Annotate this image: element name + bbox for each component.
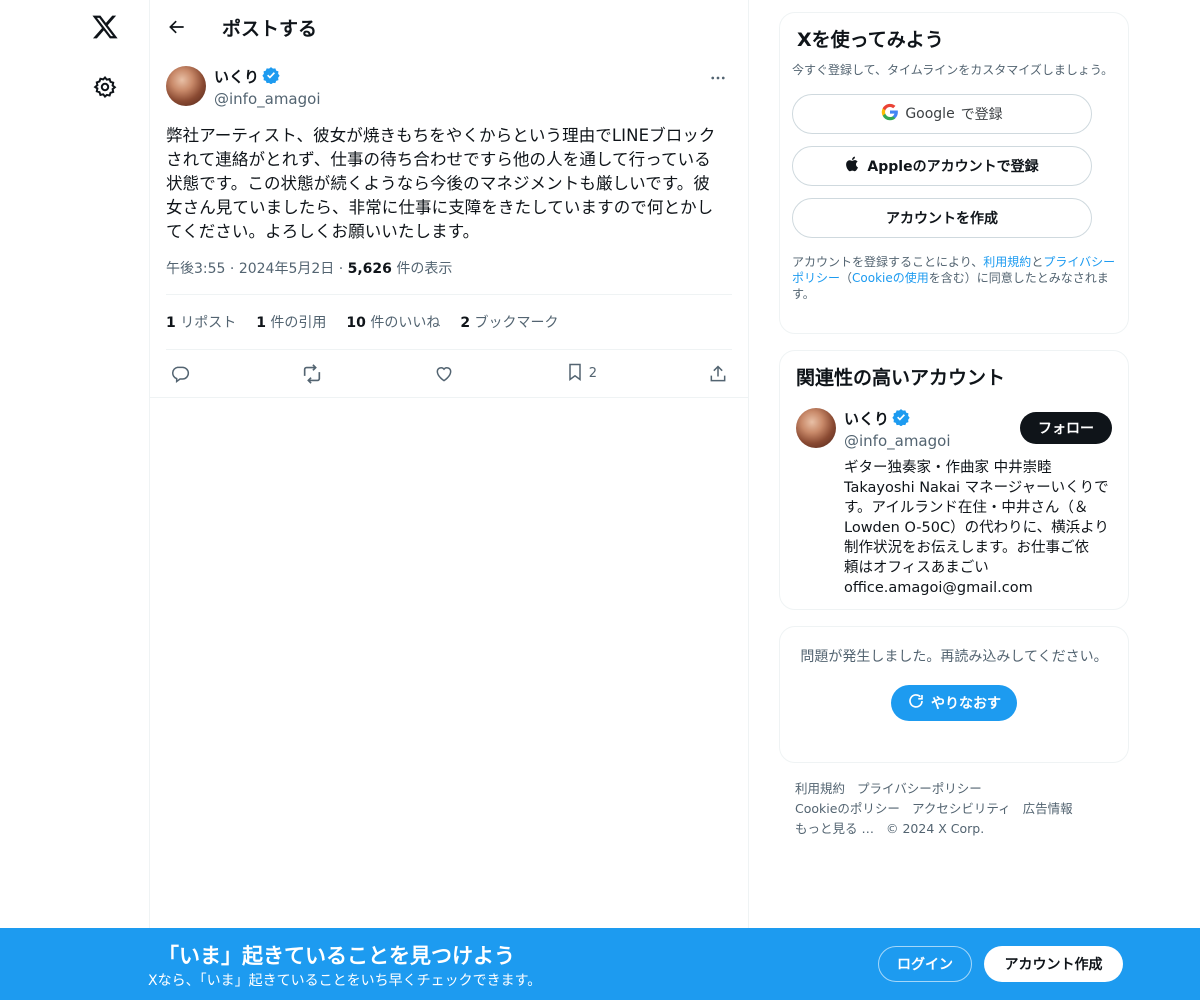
stat-quotes[interactable]: 1 件の引用 xyxy=(256,312,326,332)
avatar[interactable] xyxy=(796,408,836,448)
bookmark-action-count: 2 xyxy=(588,366,598,381)
post-stats: 1 リポスト 1 件の引用 10 件のいいね 2 ブックマーク xyxy=(166,295,732,350)
main-column: ポストする いくり @info_amagoi 弊社アーティスト、彼女が焼きもちを… xyxy=(150,0,749,1000)
signup-subtitle: 今すぐ登録して、タイムラインをカスタマイズしましょう。 xyxy=(792,63,1114,77)
retry-button[interactable]: やりなおす xyxy=(891,685,1017,721)
related-name[interactable]: いくり xyxy=(844,410,889,428)
terms-link[interactable]: 利用規約 xyxy=(983,255,1031,269)
more-options-icon[interactable] xyxy=(704,68,732,88)
create-account-label: アカウントを作成 xyxy=(886,211,998,227)
google-brand: Google xyxy=(905,106,955,122)
reply-icon[interactable] xyxy=(170,364,190,384)
divider xyxy=(150,397,748,398)
banner-signup-button[interactable]: アカウント作成 xyxy=(984,946,1123,982)
likes-count: 10 xyxy=(346,315,366,331)
views-count: 5,626 xyxy=(347,261,392,277)
like-icon[interactable] xyxy=(434,364,454,384)
post-text: 弊社アーティスト、彼女が焼きもちをやくからという理由でLINEブロック されて連… xyxy=(166,126,716,241)
reposts-label: リポスト xyxy=(180,315,237,331)
legal-text: アカウントを登録することにより、 xyxy=(792,255,984,269)
page-title: ポストする xyxy=(222,17,318,40)
quotes-count: 1 xyxy=(256,315,266,331)
footer-privacy-link[interactable]: プライバシーポリシー xyxy=(857,779,982,799)
banner-subtitle: Xなら、「いま」起きていることをいち早くチェックできます。 xyxy=(148,973,542,989)
top-bar: ポストする xyxy=(150,0,748,54)
related-title: 関連性の高いアカウント xyxy=(796,367,1006,389)
signup-card: Xを使ってみよう 今すぐ登録して、タイムラインをカスタマイズしましょう。 Goo… xyxy=(779,12,1129,334)
apple-signup-button[interactable]: Appleのアカウントで登録 xyxy=(792,146,1092,186)
bookmark-icon xyxy=(565,362,585,386)
apple-icon xyxy=(845,155,861,177)
stat-likes[interactable]: 10 件のいいね xyxy=(346,312,440,332)
follow-button[interactable]: フォロー xyxy=(1020,412,1112,444)
signup-legal: アカウントを登録することにより、利用規約とプライバシーポリシー（Cookieの使… xyxy=(792,254,1116,302)
right-sidebar: Xを使ってみよう 今すぐ登録して、タイムラインをカスタマイズしましょう。 Goo… xyxy=(779,0,1129,839)
retry-label: やりなおす xyxy=(931,696,1001,712)
signup-title: Xを使ってみよう xyxy=(797,29,944,51)
verified-badge-icon xyxy=(262,66,280,88)
author-name[interactable]: いくり xyxy=(214,68,259,86)
footer-copyright: © 2024 X Corp. xyxy=(885,821,985,836)
reposts-count: 1 xyxy=(166,315,176,331)
bookmarks-label: ブックマーク xyxy=(474,315,559,331)
post: いくり @info_amagoi 弊社アーティスト、彼女が焼きもちをやくからとい… xyxy=(150,66,748,398)
post-date[interactable]: 2024年5月2日 xyxy=(239,261,334,277)
post-time[interactable]: 午後3:55 xyxy=(166,261,225,277)
footer-accessibility-link[interactable]: アクセシビリティ xyxy=(912,799,1011,819)
post-author: いくり @info_amagoi xyxy=(166,66,732,110)
back-arrow-icon[interactable] xyxy=(160,10,194,44)
repost-icon[interactable] xyxy=(301,363,323,385)
google-g-icon xyxy=(881,103,899,125)
quotes-label: 件の引用 xyxy=(270,315,327,331)
google-signup-label: で登録 xyxy=(960,107,1003,123)
sidebar-footer: 利用規約 プライバシーポリシー Cookieのポリシー アクセシビリティ 広告情… xyxy=(779,779,1129,839)
legal-paren: （ xyxy=(840,271,853,285)
banner-title: 「いま」起きていることを見つけよう xyxy=(158,944,515,968)
left-nav xyxy=(0,0,150,1000)
stat-reposts[interactable]: 1 リポスト xyxy=(166,312,236,332)
google-signup-button[interactable]: Google で登録 xyxy=(792,94,1092,134)
bottom-banner: 「いま」起きていることを見つけよう Xなら、「いま」起きていることをいち早くチェ… xyxy=(0,928,1200,1000)
related-account[interactable]: いくり @info_amagoi ギター独奏家・作曲家 中井崇睦 Takayos… xyxy=(796,408,1112,598)
author-handle[interactable]: @info_amagoi xyxy=(214,88,321,110)
error-message: 問題が発生しました。再読み込みしてください。 xyxy=(800,649,1108,665)
x-logo-icon[interactable] xyxy=(88,10,122,44)
post-actions: 2 xyxy=(166,350,732,397)
views-label: 件の表示 xyxy=(396,261,453,277)
legal-and: と xyxy=(1031,255,1044,269)
refresh-icon xyxy=(907,692,925,714)
footer-terms-link[interactable]: 利用規約 xyxy=(795,779,845,799)
related-bio: ギター独奏家・作曲家 中井崇睦 Takayoshi Nakai マネージャーいく… xyxy=(844,460,1109,596)
login-button[interactable]: ログイン xyxy=(878,946,972,982)
footer-more-link[interactable]: もっと見る … xyxy=(795,819,874,839)
avatar[interactable] xyxy=(166,66,206,106)
related-accounts-card: 関連性の高いアカウント いくり @info_amagoi ギター独奏家・作曲家 … xyxy=(779,350,1129,610)
stat-bookmarks[interactable]: 2 ブックマーク xyxy=(460,312,558,332)
footer-ads-link[interactable]: 広告情報 xyxy=(1023,799,1073,819)
post-meta: 午後3:55 · 2024年5月2日 · 5,626 件の表示 xyxy=(166,260,732,295)
cookie-link[interactable]: Cookieの使用 xyxy=(852,271,929,285)
share-icon[interactable] xyxy=(708,364,728,384)
gear-icon[interactable] xyxy=(90,72,120,102)
create-account-button[interactable]: アカウントを作成 xyxy=(792,198,1092,238)
verified-badge-icon xyxy=(892,408,910,430)
bookmark-action[interactable]: 2 xyxy=(565,362,597,386)
footer-cookie-link[interactable]: Cookieのポリシー xyxy=(795,799,900,819)
bookmarks-count: 2 xyxy=(460,315,471,331)
error-card: 問題が発生しました。再読み込みしてください。 やりなおす xyxy=(779,626,1129,763)
apple-signup-label: Appleのアカウントで登録 xyxy=(867,159,1039,175)
likes-label: 件のいいね xyxy=(370,315,441,331)
